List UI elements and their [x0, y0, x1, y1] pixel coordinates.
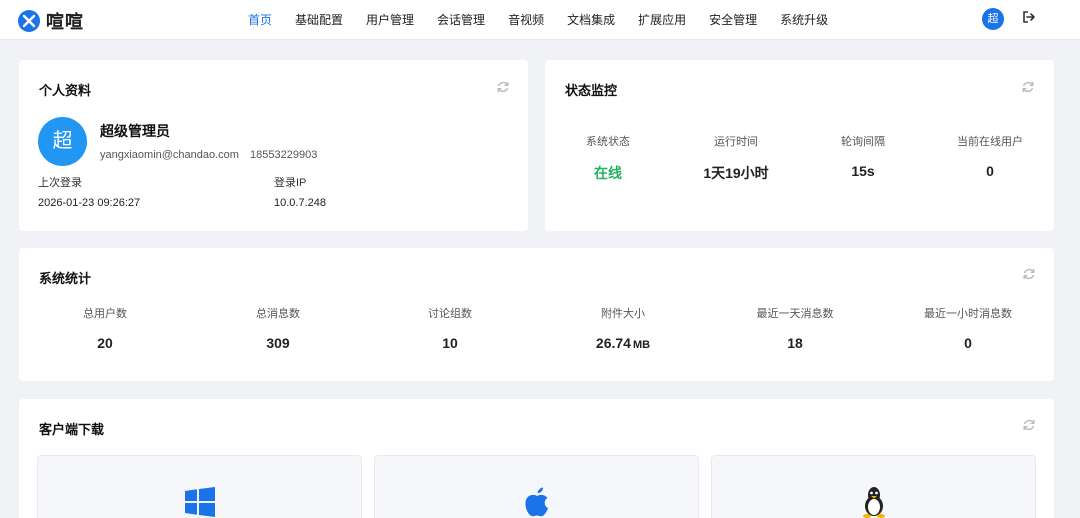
- stat-label: 系统状态: [586, 136, 630, 148]
- nav-item-user-management[interactable]: 用户管理: [366, 0, 414, 40]
- stat-label: 当前在线用户: [957, 136, 1023, 148]
- nav-item-extension-apps[interactable]: 扩展应用: [638, 0, 686, 40]
- apple-icon: [525, 487, 548, 517]
- logout-icon[interactable]: [1022, 10, 1036, 24]
- monitor-poll-interval: 轮询间隔 15s: [813, 133, 913, 179]
- stat-label: 总用户数: [83, 308, 127, 320]
- monitor-uptime: 运行时间 1天19小时: [686, 133, 786, 183]
- nav-item-document-integration[interactable]: 文档集成: [567, 0, 615, 40]
- app-name: 喧喧: [46, 12, 84, 32]
- stat-value: 20: [97, 335, 113, 351]
- stat-value: 0: [964, 335, 972, 351]
- download-windows[interactable]: [37, 455, 362, 518]
- download-linux[interactable]: [711, 455, 1036, 518]
- stat-value: 0: [986, 163, 994, 179]
- nav-item-security-management[interactable]: 安全管理: [709, 0, 757, 40]
- refresh-icon[interactable]: [1021, 80, 1035, 94]
- login-ip-label: 登录IP: [274, 177, 307, 189]
- monitor-online-users: 当前在线用户 0: [930, 133, 1050, 179]
- profile-contact: yangxiaomin@chandao.com 18553229903: [100, 149, 325, 161]
- user-avatar[interactable]: 超: [982, 8, 1004, 30]
- nav-item-home[interactable]: 首页: [248, 0, 272, 40]
- profile-card-title: 个人资料: [39, 83, 92, 98]
- monitor-system-status: 系统状态 在线: [558, 133, 658, 183]
- stat-value: 1天19小时: [703, 165, 769, 181]
- stat-value: 26.74 MB: [563, 335, 683, 351]
- main-nav: 首页 基础配置 用户管理 会话管理 音视频 文档集成 扩展应用 安全管理 系统升…: [248, 0, 851, 40]
- stat-label: 运行时间: [714, 136, 758, 148]
- linux-icon: [863, 487, 885, 518]
- stat-label: 最近一小时消息数: [924, 308, 1012, 320]
- stat-value: 309: [266, 335, 290, 351]
- stat-discussion-groups: 讨论组数 10: [390, 305, 510, 351]
- status-monitor-title: 状态监控: [565, 83, 618, 98]
- stat-messages-last-day: 最近一天消息数 18: [725, 305, 865, 351]
- stat-label: 轮询间隔: [841, 136, 885, 148]
- attachment-size-unit: MB: [632, 339, 651, 351]
- download-mac[interactable]: [374, 455, 699, 518]
- refresh-icon[interactable]: [1022, 267, 1036, 281]
- app-logo[interactable]: 喧喧: [18, 8, 84, 34]
- windows-icon: [185, 487, 215, 517]
- attachment-size-value: 26.74: [595, 335, 631, 351]
- stat-value: 18: [787, 335, 803, 351]
- stat-value: 15s: [851, 163, 875, 179]
- profile-avatar: 超: [38, 117, 87, 166]
- stat-value: 10: [442, 335, 458, 351]
- system-stats-title: 系统统计: [39, 271, 92, 286]
- status-value: 在线: [594, 165, 622, 181]
- stat-total-messages: 总消息数 309: [218, 305, 338, 351]
- nav-item-basic-config[interactable]: 基础配置: [295, 0, 343, 40]
- client-download-title: 客户端下载: [39, 422, 105, 437]
- logo-icon: [18, 10, 40, 32]
- nav-item-session-management[interactable]: 会话管理: [437, 0, 485, 40]
- stat-label: 最近一天消息数: [756, 308, 834, 320]
- stat-label: 附件大小: [601, 308, 645, 320]
- stat-messages-last-hour: 最近一小时消息数 0: [893, 305, 1043, 351]
- stat-label: 总消息数: [256, 308, 300, 320]
- refresh-icon[interactable]: [1022, 418, 1036, 432]
- profile-name: 超级管理员: [100, 123, 170, 139]
- stat-attachment-size: 附件大小 26.74 MB: [563, 305, 683, 351]
- refresh-icon[interactable]: [496, 80, 510, 94]
- nav-item-system-upgrade[interactable]: 系统升级: [780, 0, 828, 40]
- stat-total-users: 总用户数 20: [45, 305, 165, 351]
- last-login-value: 2026-01-23 09:26:27: [38, 197, 141, 209]
- last-login-label: 上次登录: [38, 177, 82, 189]
- profile-phone: 18553229903: [250, 149, 318, 161]
- profile-email: yangxiaomin@chandao.com: [100, 149, 239, 161]
- top-navbar: 喧喧 首页 基础配置 用户管理 会话管理 音视频 文档集成 扩展应用 安全管理 …: [0, 0, 1080, 40]
- stat-label: 讨论组数: [428, 308, 472, 320]
- login-ip-value: 10.0.7.248: [274, 197, 326, 209]
- nav-item-audio-video[interactable]: 音视频: [508, 0, 544, 40]
